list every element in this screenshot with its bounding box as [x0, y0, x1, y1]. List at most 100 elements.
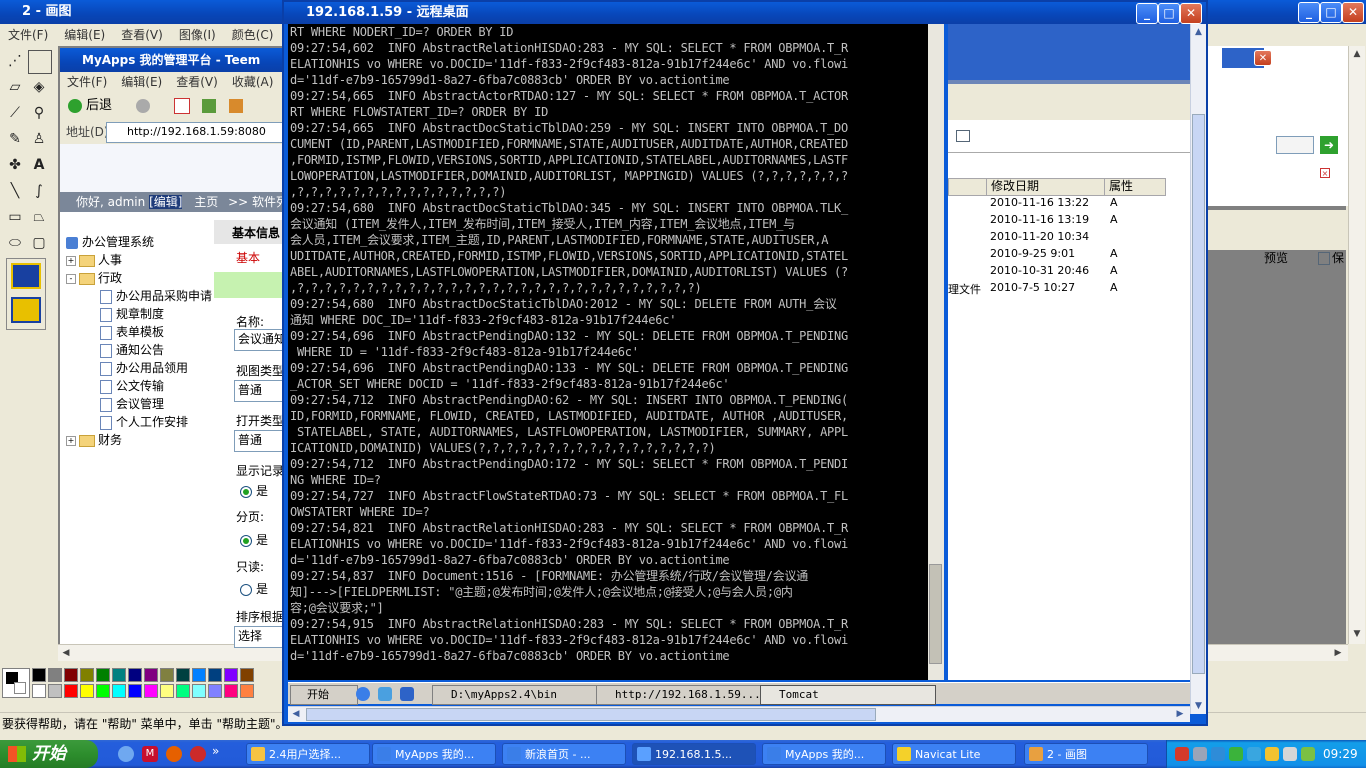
- palette-swatch[interactable]: [224, 684, 238, 698]
- taskbar-task[interactable]: 新浪首页 - ...: [502, 743, 626, 765]
- rect-select-icon[interactable]: [28, 50, 52, 74]
- tree-item[interactable]: 规章制度: [100, 305, 164, 323]
- scroll-up-icon[interactable]: ▲: [1192, 24, 1205, 40]
- tree-item[interactable]: 会议管理: [100, 395, 164, 413]
- desktop-quicklaunch-icon[interactable]: [400, 687, 414, 701]
- readonly-yes[interactable]: 是: [240, 580, 268, 597]
- scroll-left-icon[interactable]: ◀: [58, 645, 74, 661]
- settings-dropdown[interactable]: [1276, 136, 1314, 154]
- taskbar-task[interactable]: 2.4用户选择...: [246, 743, 370, 765]
- polygon-icon[interactable]: ⏢: [28, 206, 50, 228]
- palette-swatch[interactable]: [64, 668, 78, 682]
- connection-tray-icon[interactable]: [1265, 747, 1279, 761]
- palette-swatch[interactable]: [96, 668, 110, 682]
- palette-swatch[interactable]: [144, 684, 158, 698]
- tree-root[interactable]: 办公管理系统: [66, 233, 154, 251]
- scroll-right-icon[interactable]: ▶: [1172, 707, 1188, 722]
- tree-item[interactable]: 个人工作安排: [100, 413, 188, 431]
- address-input[interactable]: http://192.168.1.59:8080: [106, 122, 308, 143]
- palette-swatch[interactable]: [240, 668, 254, 682]
- palette-swatch[interactable]: [96, 684, 110, 698]
- stop-icon[interactable]: [174, 97, 191, 114]
- radio-icon[interactable]: [240, 583, 252, 596]
- tomcat-console-output[interactable]: RT WHERE NODERT_ID=? ORDER BY ID 09:27:54…: [288, 24, 928, 680]
- console-scroll-thumb[interactable]: [929, 564, 942, 664]
- firefox-quicklaunch-icon[interactable]: [166, 746, 182, 762]
- menu-view[interactable]: 查看(V): [113, 28, 171, 42]
- go-icon[interactable]: ➜: [1320, 136, 1338, 154]
- scroll-left-icon[interactable]: ◀: [288, 707, 304, 722]
- scroll-down-icon[interactable]: ▼: [1192, 698, 1205, 714]
- tree-item[interactable]: + 人事: [66, 251, 122, 269]
- ellipse-icon[interactable]: ⬭: [4, 232, 26, 254]
- magnifier-icon[interactable]: ⚲: [28, 102, 50, 124]
- opera-quicklaunch-icon[interactable]: [190, 746, 206, 762]
- palette-swatch[interactable]: [112, 668, 126, 682]
- network-tray-icon[interactable]: [1211, 747, 1225, 761]
- remote-task-browser[interactable]: http://192.168.1.59...: [596, 685, 776, 705]
- save-button[interactable]: 保: [1318, 249, 1344, 266]
- views-icon[interactable]: [956, 130, 970, 142]
- update-tray-icon[interactable]: [1301, 747, 1315, 761]
- palette-swatch[interactable]: [208, 668, 222, 682]
- palette-swatch[interactable]: [32, 684, 46, 698]
- taskbar-task[interactable]: Navicat Lite: [892, 743, 1016, 765]
- col-modified-header[interactable]: 修改日期: [986, 178, 1112, 196]
- home-link[interactable]: 主页: [194, 195, 218, 209]
- remote-task-tomcat[interactable]: Tomcat: [760, 685, 936, 705]
- tree-item[interactable]: 通知公告: [100, 341, 164, 359]
- palette-swatch[interactable]: [176, 684, 190, 698]
- ie-menu-edit[interactable]: 编辑(E): [114, 75, 169, 89]
- palette-swatch[interactable]: [128, 668, 142, 682]
- tool-options[interactable]: [6, 258, 46, 330]
- taskbar-task[interactable]: 192.168.1.5...: [632, 743, 756, 765]
- menu-colors[interactable]: 颜色(C): [224, 28, 282, 42]
- name-input[interactable]: 会议通知: [234, 329, 289, 351]
- forward-icon[interactable]: [136, 98, 151, 113]
- rdp-close-button[interactable]: ✕: [1180, 3, 1202, 24]
- palette-swatch[interactable]: [144, 668, 158, 682]
- quicklaunch-more-icon[interactable]: »: [212, 744, 219, 758]
- menu-file[interactable]: 文件(F): [0, 28, 56, 42]
- palette-swatch[interactable]: [80, 684, 94, 698]
- rectangle-icon[interactable]: ▭: [4, 206, 26, 228]
- maximize-button[interactable]: □: [1320, 2, 1342, 23]
- console-scrollbar[interactable]: [928, 24, 944, 680]
- rdp-vertical-scrollbar[interactable]: ▲ ▼: [1190, 24, 1206, 714]
- scroll-up-icon[interactable]: ▲: [1350, 46, 1364, 62]
- tree-item[interactable]: 办公用品采购申请: [100, 287, 212, 305]
- palette-swatch[interactable]: [64, 684, 78, 698]
- rounded-rect-icon[interactable]: ▢: [28, 232, 50, 254]
- refresh-icon[interactable]: [202, 98, 217, 113]
- ie-quicklaunch-icon[interactable]: [118, 746, 134, 762]
- rdp-hscroll-thumb[interactable]: [306, 708, 876, 721]
- ie-menu-view[interactable]: 查看(V): [169, 75, 225, 89]
- antivirus-tray-icon[interactable]: [1175, 747, 1189, 761]
- close-button[interactable]: ✕: [1342, 2, 1364, 23]
- start-button[interactable]: 开始: [0, 740, 98, 768]
- file-name[interactable]: 理文件: [948, 281, 981, 297]
- curve-icon[interactable]: ∫: [28, 180, 50, 202]
- option-opaque-icon[interactable]: [11, 263, 41, 289]
- palette-swatch[interactable]: [32, 668, 46, 682]
- tree-item[interactable]: 公文传输: [100, 377, 164, 395]
- rdp-minimize-button[interactable]: _: [1136, 3, 1158, 24]
- col-attr-header[interactable]: 属性: [1104, 178, 1166, 196]
- eraser-icon[interactable]: ▱: [4, 76, 26, 98]
- paging-yes[interactable]: 是: [240, 531, 268, 548]
- taskbar-task[interactable]: MyApps 我的...: [372, 743, 496, 765]
- paint-vertical-scrollbar[interactable]: ▲ ▼: [1348, 46, 1365, 644]
- monitor-tray-icon[interactable]: [1193, 747, 1207, 761]
- line-icon[interactable]: ╲: [4, 180, 26, 202]
- rdp-vscroll-thumb[interactable]: [1192, 114, 1205, 674]
- ie-quicklaunch-icon[interactable]: [356, 687, 370, 701]
- text-icon[interactable]: A: [28, 154, 50, 176]
- view-type-select[interactable]: 普通: [234, 380, 289, 402]
- back-icon[interactable]: [68, 98, 82, 113]
- palette-swatch[interactable]: [208, 684, 222, 698]
- menu-edit[interactable]: 编辑(E): [56, 28, 113, 42]
- taskbar-task[interactable]: 2 - 画图: [1024, 743, 1148, 765]
- volume-tray-icon[interactable]: [1283, 747, 1297, 761]
- palette-swatch[interactable]: [48, 668, 62, 682]
- preview-button[interactable]: 预览: [1264, 249, 1288, 266]
